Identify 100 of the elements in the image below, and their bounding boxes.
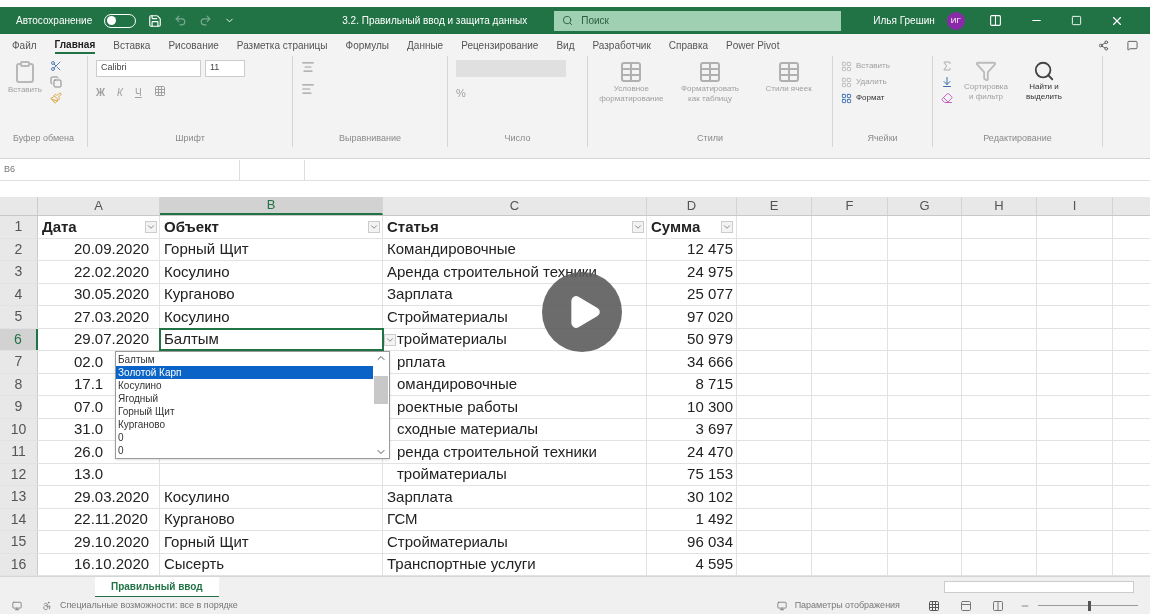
- align-left-icon[interactable]: [301, 82, 315, 96]
- table-cell-text: 4 595: [695, 554, 733, 574]
- filter-button[interactable]: [721, 220, 733, 233]
- dropdown-item[interactable]: Золотой Карп: [116, 366, 373, 379]
- dropdown-item[interactable]: 0: [116, 444, 373, 457]
- table-cell-text: Зарплата: [387, 284, 453, 304]
- sum-icon[interactable]: [941, 60, 953, 72]
- ribbon-tab[interactable]: Вставка: [113, 37, 151, 53]
- page-break-icon[interactable]: [992, 599, 1004, 612]
- cells-icon: [841, 60, 852, 72]
- row-header[interactable]: 4: [0, 283, 38, 305]
- row-header[interactable]: 16: [0, 553, 38, 575]
- ribbon-tab[interactable]: Файл: [12, 37, 37, 53]
- ribbon-tab[interactable]: Рисование: [168, 37, 219, 53]
- row-header[interactable]: 3: [0, 261, 38, 283]
- ribbon-tab[interactable]: Формулы: [345, 37, 390, 53]
- row-header[interactable]: 2: [0, 238, 38, 260]
- accessibility-status[interactable]: Специальные возможности: все в порядке: [60, 598, 238, 613]
- row-header[interactable]: 14: [0, 508, 38, 530]
- zoom-slider[interactable]: [1038, 600, 1138, 611]
- normal-view-icon[interactable]: [928, 599, 940, 612]
- maximize-icon[interactable]: [1070, 15, 1082, 26]
- dropdown-item[interactable]: Ягодный: [116, 392, 373, 405]
- font-name-field[interactable]: Calibri: [96, 60, 201, 77]
- table-cell-text: 34 666: [687, 351, 733, 372]
- row-header[interactable]: 9: [0, 396, 38, 418]
- column-header[interactable]: D: [647, 197, 737, 215]
- fill-icon[interactable]: [941, 76, 953, 88]
- row-header[interactable]: 6: [0, 328, 38, 350]
- column-header[interactable]: H: [962, 197, 1037, 215]
- search-icon[interactable]: [1033, 60, 1055, 82]
- cut-icon[interactable]: [49, 60, 62, 72]
- copy-icon[interactable]: [49, 76, 62, 88]
- zoom-thumb[interactable]: [1088, 600, 1091, 611]
- column-header[interactable]: F: [812, 197, 888, 215]
- page-layout-icon[interactable]: [960, 599, 972, 612]
- column-header[interactable]: E: [737, 197, 812, 215]
- filter-button[interactable]: [145, 220, 157, 233]
- column-title: Сумма: [651, 216, 701, 237]
- row-header[interactable]: 13: [0, 486, 38, 508]
- horizontal-scrollbar[interactable]: [944, 581, 1134, 593]
- search-field[interactable]: Поиск: [554, 10, 842, 31]
- dropdown-item[interactable]: Косулино: [116, 379, 373, 392]
- styles-icon[interactable]: [619, 60, 644, 84]
- ribbon-tab[interactable]: Разработчик: [592, 37, 651, 53]
- column-header[interactable]: G: [888, 197, 962, 215]
- column-header[interactable]: I: [1037, 197, 1113, 215]
- styles-icon[interactable]: [776, 60, 801, 84]
- comments-icon[interactable]: [1127, 39, 1138, 51]
- table-cell-text: 30.05.2020: [74, 284, 150, 304]
- row-header[interactable]: 11: [0, 441, 38, 463]
- row-header[interactable]: 1: [0, 216, 38, 238]
- scroll-thumb[interactable]: [374, 376, 388, 404]
- styles-icon[interactable]: [698, 60, 722, 84]
- ribbon-tab[interactable]: Данные: [407, 37, 444, 53]
- filter-button[interactable]: [368, 220, 380, 233]
- ribbon-tab[interactable]: Главная: [54, 36, 96, 54]
- sheet-tab[interactable]: Правильный ввод: [95, 576, 219, 598]
- ribbon-display-icon[interactable]: [988, 14, 1002, 27]
- eraser-icon[interactable]: [941, 92, 953, 104]
- row-header[interactable]: 5: [0, 306, 38, 328]
- ribbon-tab[interactable]: Power Pivot: [726, 37, 780, 53]
- sort-filter-icon[interactable]: [975, 60, 997, 82]
- table-cell-text: Косулино: [164, 261, 230, 282]
- dropdown-item[interactable]: Курганово: [116, 418, 373, 431]
- row-header[interactable]: 10: [0, 418, 38, 440]
- dropdown-item[interactable]: Горный Щит: [116, 405, 373, 418]
- format-painter-icon[interactable]: [49, 92, 62, 104]
- column-title: Дата: [42, 216, 77, 237]
- ribbon-tab[interactable]: Вид: [556, 37, 575, 53]
- dropdown-item[interactable]: Балтым: [116, 353, 373, 366]
- row-header[interactable]: 12: [0, 463, 38, 485]
- table-cell-text: Стройматериалы: [387, 306, 508, 327]
- ribbon-tab[interactable]: Разметка страницы: [236, 37, 328, 53]
- font-size-field[interactable]: 11: [205, 60, 245, 77]
- table-cell-text: Горный Щит: [164, 531, 249, 552]
- editing-button[interactable]: Найти и выделить: [1019, 82, 1069, 102]
- cells-button[interactable]: Формат: [856, 92, 885, 104]
- validation-dropdown-button[interactable]: [384, 333, 396, 346]
- share-icon[interactable]: [1098, 39, 1109, 51]
- table-cell-text: ренда строительной техники: [397, 441, 597, 462]
- table-cell-text: 22.02.2020: [74, 261, 150, 282]
- display-settings[interactable]: Параметры отображения: [794, 598, 900, 613]
- align-icon[interactable]: [301, 60, 315, 74]
- table-cell-text: 29.07.2020: [74, 329, 150, 349]
- row-header[interactable]: 15: [0, 531, 38, 553]
- table-cell-text: 24 975: [687, 261, 733, 282]
- dropdown-item[interactable]: 0: [116, 431, 373, 444]
- save-icon[interactable]: [148, 13, 163, 28]
- filter-button[interactable]: [632, 220, 644, 233]
- dropdown-scrollbar[interactable]: [373, 352, 389, 458]
- ribbon-tab[interactable]: Рецензирование: [461, 37, 539, 53]
- row-header[interactable]: 8: [0, 373, 38, 395]
- user-avatar[interactable]: ИГ: [946, 11, 965, 30]
- name-box[interactable]: B6: [0, 159, 240, 180]
- column-header[interactable]: B: [160, 197, 383, 215]
- column-header[interactable]: C: [383, 197, 647, 215]
- row-header[interactable]: 7: [0, 351, 38, 373]
- borders-icon[interactable]: [153, 85, 166, 97]
- ribbon-tab[interactable]: Справка: [668, 37, 709, 53]
